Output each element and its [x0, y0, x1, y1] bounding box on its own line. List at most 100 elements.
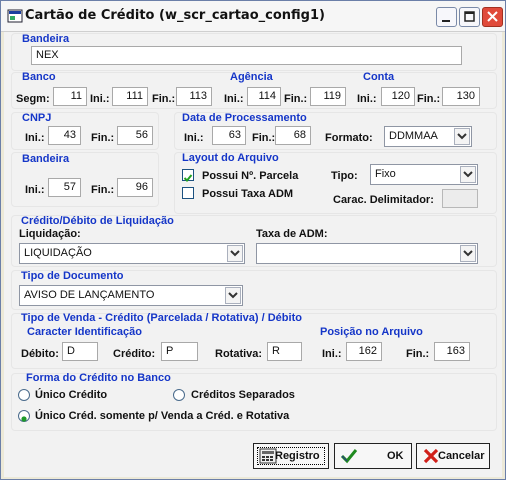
formato-label: Formato:	[325, 132, 373, 144]
posicao-fin-input[interactable]: 163	[434, 342, 470, 361]
banco-segm-input[interactable]: 11	[53, 87, 87, 106]
chevron-down-icon[interactable]	[460, 166, 476, 183]
posicao-header: Posição no Arquivo	[320, 326, 423, 338]
cnpj-header: CNPJ	[22, 112, 52, 124]
tipo-documento-header: Tipo de Documento	[21, 270, 124, 282]
banco-header: Banco	[22, 71, 56, 83]
maximize-button[interactable]	[459, 7, 480, 27]
liquidacao-label: Liquidação:	[19, 228, 81, 240]
formato-select[interactable]: DDMMAA	[384, 126, 472, 147]
radio-unico-credito[interactable]	[18, 389, 30, 401]
minimize-icon	[442, 20, 450, 22]
possui-parcela-label: Possui Nº. Parcela	[202, 170, 299, 182]
tipo-label: Tipo:	[331, 170, 358, 182]
liquidacao-header: Crédito/Débito de Liquidação	[21, 215, 174, 227]
cancelar-label: Cancelar	[438, 450, 485, 462]
cnpj-fin-input[interactable]: 56	[117, 126, 153, 145]
bandeira-fin-input[interactable]: 96	[117, 178, 153, 197]
rotativa-input[interactable]: R	[267, 342, 302, 361]
bandeira-posicao-header: Bandeira	[22, 153, 70, 165]
conta-fin-label: Fin.:	[417, 93, 441, 105]
identificacao-header: Caracter Identificação	[27, 326, 142, 338]
unico-cred-venda-rotativa-label: Único Créd. somente p/ Venda a Créd. e R…	[35, 410, 290, 422]
close-icon	[487, 11, 498, 22]
data-fin-label: Fin.:	[252, 132, 276, 144]
chevron-down-icon[interactable]	[460, 245, 476, 262]
possui-parcela-checkbox[interactable]	[182, 169, 194, 182]
ok-label: OK	[387, 450, 404, 462]
possui-taxa-label: Possui Taxa ADM	[202, 188, 294, 200]
cancelar-button[interactable]: Cancelar	[416, 443, 490, 469]
cnpj-fin-label: Fin.:	[91, 132, 115, 144]
ok-button[interactable]: OK	[334, 443, 412, 469]
banco-ini-input[interactable]: 111	[112, 87, 148, 106]
creditos-separados-label: Créditos Separados	[191, 389, 295, 401]
tipo-venda-header: Tipo de Venda - Crédito (Parcelada / Rot…	[21, 312, 302, 324]
tipo-select[interactable]: Fixo	[370, 164, 478, 185]
debito-label: Débito:	[21, 348, 59, 360]
banco-segm-label: Segm:	[16, 93, 50, 105]
maximize-icon	[464, 11, 475, 22]
tipo-documento-value: AVISO DE LANÇAMENTO	[24, 289, 155, 301]
form-area: Bandeira NEX Banco Segm: 11 Ini.: 111 Fi…	[4, 32, 502, 477]
registro-button[interactable]: Registro	[253, 443, 329, 469]
focus-rect	[257, 447, 325, 465]
data-ini-label: Ini.:	[184, 132, 204, 144]
taxa-adm-select[interactable]	[256, 243, 478, 264]
bandeira-input[interactable]: NEX	[31, 46, 462, 65]
liquidacao-select[interactable]: LIQUIDAÇÃO	[19, 243, 245, 264]
posicao-fin-label: Fin.:	[406, 348, 430, 360]
bandeira-header: Bandeira	[22, 33, 70, 45]
banco-fin-input[interactable]: 113	[176, 87, 212, 106]
cnpj-ini-label: Ini.:	[25, 132, 45, 144]
conta-header: Conta	[363, 71, 395, 83]
chevron-down-icon[interactable]	[227, 245, 243, 262]
posicao-ini-input[interactable]: 162	[346, 342, 382, 361]
radio-unico-cred-venda-rotativa[interactable]	[18, 410, 30, 422]
posicao-ini-label: Ini.:	[322, 348, 342, 360]
delimitador-input[interactable]	[442, 189, 478, 208]
chevron-down-icon[interactable]	[225, 287, 241, 304]
data-fin-input[interactable]: 68	[275, 126, 311, 145]
liquidacao-value: LIQUIDAÇÃO	[24, 247, 92, 259]
bandeira-fin-label: Fin.:	[91, 184, 115, 196]
data-ini-input[interactable]: 63	[212, 126, 246, 145]
banco-fin-label: Fin.:	[152, 93, 176, 105]
agencia-fin-input[interactable]: 119	[310, 87, 346, 106]
credito-label: Crédito:	[113, 348, 156, 360]
agencia-ini-input[interactable]: 114	[247, 87, 281, 106]
agencia-header: Agência	[230, 71, 273, 83]
minimize-button[interactable]	[436, 7, 457, 27]
radio-creditos-separados[interactable]	[173, 389, 185, 401]
dialog-window: Cartão de Crédito (w_scr_cartao_config1)…	[0, 0, 506, 480]
close-button[interactable]	[482, 7, 503, 27]
unico-credito-label: Único Crédito	[35, 389, 108, 401]
formato-value: DDMMAA	[389, 130, 438, 142]
layout-header: Layout do Arquivo	[182, 152, 279, 164]
taxa-adm-label: Taxa de ADM:	[256, 228, 328, 240]
delimitador-label: Carac. Delimitador:	[333, 194, 434, 206]
window-title: Cartão de Crédito (w_scr_cartao_config1)	[25, 8, 325, 23]
cnpj-ini-input[interactable]: 43	[48, 126, 81, 145]
debito-input[interactable]: D	[62, 342, 98, 361]
agencia-fin-label: Fin.:	[284, 93, 308, 105]
radio-dot-icon	[21, 416, 27, 422]
tipo-documento-select[interactable]: AVISO DE LANÇAMENTO	[19, 285, 243, 306]
bandeira-ini-label: Ini.:	[25, 184, 45, 196]
check-icon	[340, 449, 358, 464]
possui-taxa-checkbox[interactable]	[182, 187, 194, 199]
app-icon	[7, 9, 23, 23]
conta-ini-input[interactable]: 120	[381, 87, 415, 106]
bandeira-ini-input[interactable]: 57	[48, 178, 81, 197]
agencia-ini-label: Ini.:	[224, 93, 244, 105]
credito-input[interactable]: P	[161, 342, 198, 361]
chevron-down-icon[interactable]	[454, 128, 470, 145]
conta-ini-label: Ini.:	[357, 93, 377, 105]
tipo-value: Fixo	[375, 168, 396, 180]
conta-fin-input[interactable]: 130	[442, 87, 480, 106]
check-icon	[183, 174, 193, 182]
rotativa-label: Rotativa:	[215, 348, 263, 360]
banco-ini-label: Ini.:	[90, 93, 110, 105]
title-bar[interactable]: Cartão de Crédito (w_scr_cartao_config1)	[1, 1, 505, 32]
data-processamento-header: Data de Processamento	[182, 112, 307, 124]
